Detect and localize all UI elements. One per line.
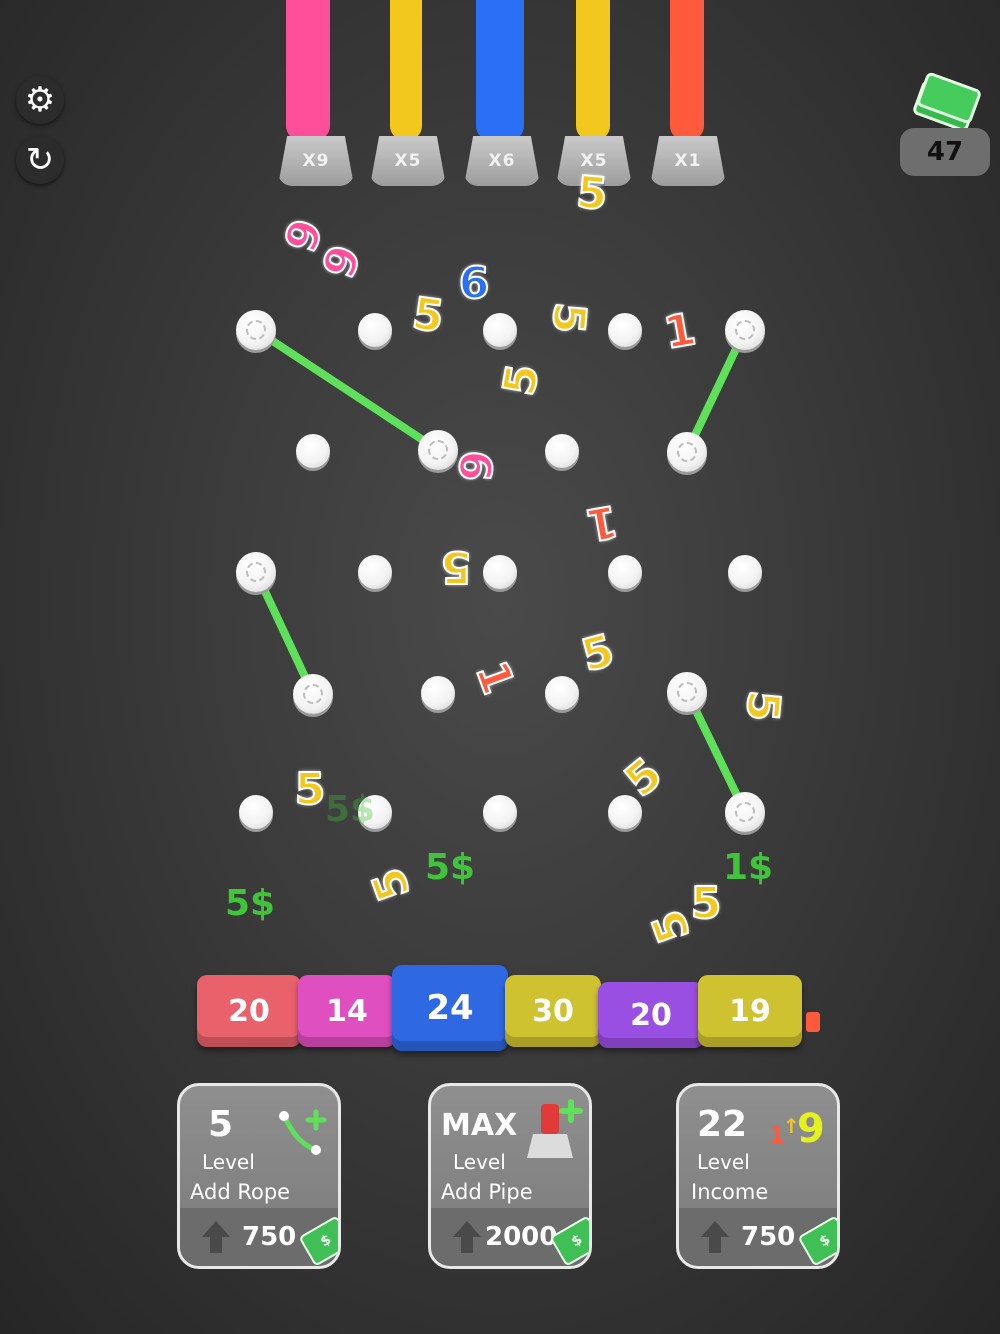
upgrade-arrow-icon <box>453 1221 481 1253</box>
peg[interactable] <box>545 676 579 710</box>
rope-anchor-peg[interactable] <box>236 310 276 350</box>
upgrade-level-label: Level <box>202 1150 255 1174</box>
earnings-popup: 5$ <box>224 883 276 924</box>
upgrade-cost: 2000 <box>485 1222 558 1252</box>
falling-number: 5 <box>440 540 473 593</box>
rope-anchor-peg[interactable] <box>236 552 276 592</box>
rope-anchor-peg[interactable] <box>293 674 333 714</box>
falling-number: 5 <box>541 300 596 337</box>
upgrade-cost: 750 <box>741 1222 796 1252</box>
rope-anchor-peg[interactable] <box>725 310 765 350</box>
peg[interactable] <box>296 434 330 468</box>
number-block: 19 <box>698 975 802 1047</box>
peg[interactable] <box>483 313 517 347</box>
upgrade-cost: 750 <box>242 1222 297 1252</box>
rope-anchor-peg[interactable] <box>667 432 707 472</box>
peg[interactable] <box>421 676 455 710</box>
upgrade-cost-bar: 2000 $ <box>431 1208 589 1266</box>
income-icon: 1 ↑ 9 <box>769 1106 825 1152</box>
rope-anchor-peg[interactable] <box>667 672 707 712</box>
upgrade-level-label: Level <box>453 1150 506 1174</box>
upgrade-cost-bar: 750 $ <box>679 1208 837 1266</box>
block-fragment <box>806 1012 820 1032</box>
earnings-popup: 1$ <box>722 847 774 888</box>
number-block: 24 <box>392 965 508 1051</box>
upgrade-cost-bar: 750 $ <box>180 1208 338 1266</box>
earnings-popup: 5$ <box>424 847 476 888</box>
add-rope-icon <box>279 1109 327 1155</box>
upgrade-level: MAX <box>441 1108 518 1143</box>
peg[interactable] <box>358 313 392 347</box>
peg[interactable] <box>608 555 642 589</box>
upgrade-arrow-icon <box>701 1221 729 1253</box>
falling-number: 5 <box>735 688 790 725</box>
cash-icon: $ <box>298 1215 338 1266</box>
upgrade-action: Add Pipe <box>441 1180 533 1204</box>
peg[interactable] <box>483 795 517 829</box>
earnings-popup: 5$ <box>324 789 376 830</box>
peg[interactable] <box>483 555 517 589</box>
number-block: 20 <box>197 975 301 1047</box>
upgrade-level: 5 <box>208 1104 234 1145</box>
upgrade-income-button[interactable]: 22 Level Income 1 ↑ 9 750 $ <box>676 1083 840 1269</box>
cash-icon: $ <box>797 1215 837 1266</box>
falling-number: 5 <box>408 287 447 344</box>
number-block: 14 <box>298 975 396 1047</box>
upgrade-arrow-icon <box>202 1221 230 1253</box>
upgrade-add-pipe-button[interactable]: MAX Level Add Pipe 2000 $ <box>428 1083 592 1269</box>
number-block: 20 <box>598 982 704 1048</box>
peg[interactable] <box>239 795 273 829</box>
add-pipe-icon <box>527 1099 583 1158</box>
upgrade-level-label: Level <box>697 1150 750 1174</box>
peg[interactable] <box>545 434 579 468</box>
upgrade-action: Add Rope <box>190 1180 291 1204</box>
number-block: 30 <box>505 975 601 1047</box>
peg[interactable] <box>608 795 642 829</box>
upgrade-action: Income <box>691 1180 769 1204</box>
falling-number: 6 <box>458 258 491 309</box>
rope-anchor-peg[interactable] <box>725 792 765 832</box>
falling-number: 5 <box>294 764 327 815</box>
upgrade-add-rope-button[interactable]: 5 Level Add Rope 750 $ <box>177 1083 341 1269</box>
falling-number: 5 <box>574 166 611 221</box>
peg[interactable] <box>608 313 642 347</box>
rope[interactable] <box>252 326 442 454</box>
upgrade-level: 22 <box>697 1104 748 1145</box>
falling-number: 9 <box>450 447 505 484</box>
peg[interactable] <box>358 555 392 589</box>
peg[interactable] <box>728 555 762 589</box>
